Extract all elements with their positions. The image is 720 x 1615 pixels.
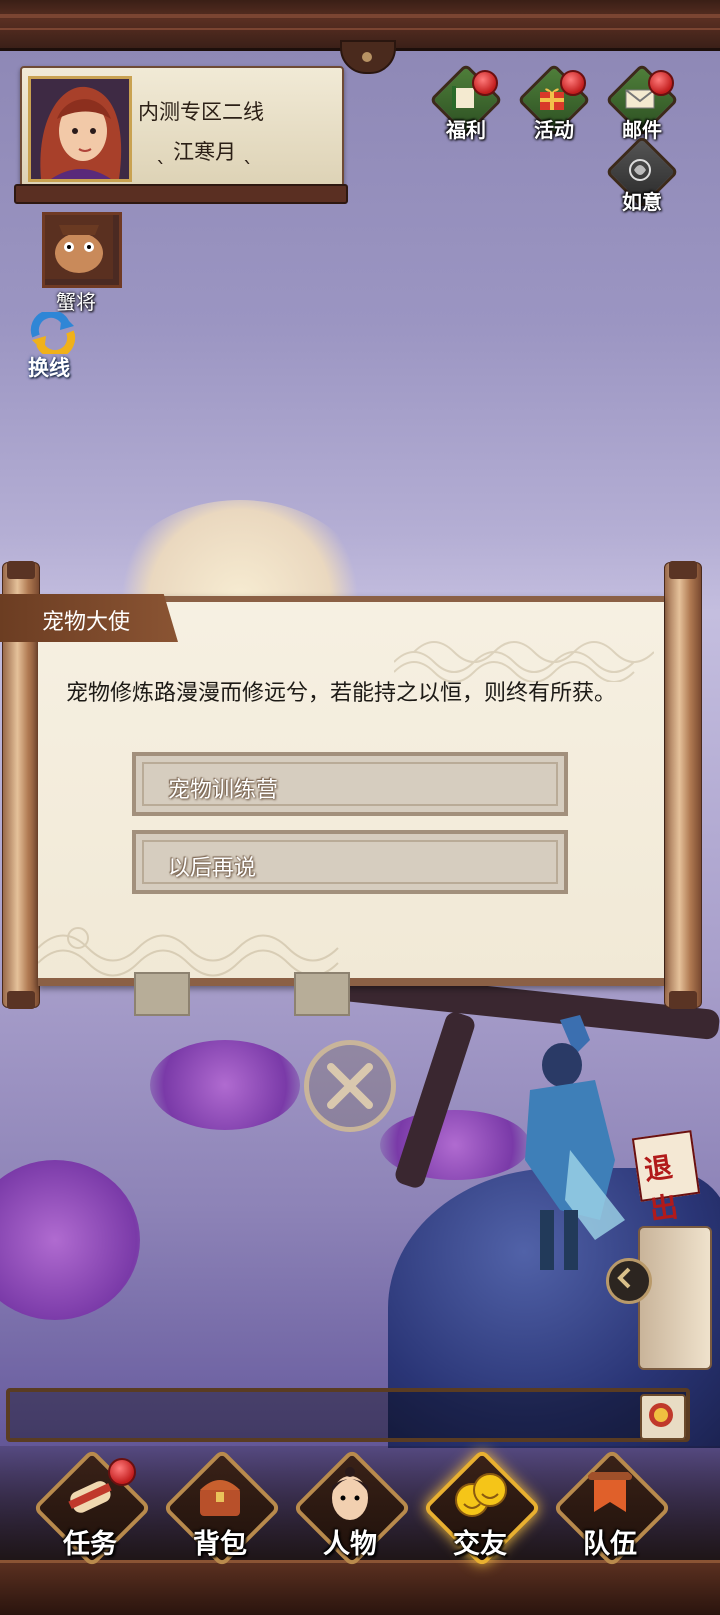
nav-label: 任务 bbox=[63, 1529, 117, 1560]
chevron-left-icon bbox=[617, 1267, 631, 1289]
swap-line-button[interactable] bbox=[26, 309, 80, 359]
nav-label: 背包 bbox=[193, 1529, 247, 1560]
nav-label: 人物 bbox=[323, 1529, 377, 1560]
chat-bar[interactable] bbox=[6, 1388, 690, 1442]
warrior-character[interactable] bbox=[500, 1010, 630, 1280]
nav-character[interactable]: 人物 bbox=[290, 1448, 412, 1572]
notification-badge bbox=[648, 70, 674, 96]
wave-pattern bbox=[394, 641, 654, 682]
welfare-button[interactable]: 福利 bbox=[429, 63, 503, 150]
tree-blossom bbox=[0, 1160, 140, 1320]
option-label: 宠物训练营 bbox=[168, 778, 279, 803]
close-dialog-button[interactable] bbox=[304, 1040, 396, 1132]
chat-emoji-button[interactable] bbox=[640, 1394, 686, 1440]
refresh-icon bbox=[30, 309, 76, 359]
exit-button[interactable]: 退出 bbox=[631, 1130, 701, 1226]
wave-pattern bbox=[38, 927, 339, 977]
notification-badge bbox=[472, 70, 498, 96]
player-card-base bbox=[14, 184, 348, 204]
nav-label: 队伍 bbox=[583, 1529, 637, 1560]
scroll-rod-right bbox=[664, 561, 702, 1009]
portrait-icon bbox=[31, 79, 129, 179]
nav-friends[interactable]: 交友 bbox=[420, 1448, 542, 1572]
player-name: ˎ 江寒月 ˎ bbox=[156, 140, 254, 164]
pet-training-camp-button[interactable]: 宠物训练营 bbox=[132, 752, 568, 816]
events-label: 活动 bbox=[534, 118, 574, 142]
nav-team[interactable]: 队伍 bbox=[550, 1448, 672, 1572]
nav-backpack[interactable]: 背包 bbox=[160, 1448, 282, 1572]
chest-icon bbox=[200, 1480, 240, 1516]
npc-name: 宠物大使 bbox=[42, 610, 131, 635]
top-ornament bbox=[340, 40, 396, 74]
swap-line-label: 换线 bbox=[28, 356, 70, 380]
dialog-hang-tab bbox=[134, 972, 190, 1016]
pet-name: 蟹将 bbox=[56, 290, 96, 314]
tree-blossom bbox=[150, 1040, 300, 1130]
player-avatar[interactable] bbox=[28, 76, 132, 182]
option-label: 以后再说 bbox=[168, 856, 257, 881]
ruyi-label: 如意 bbox=[622, 190, 662, 214]
side-panel-toggle[interactable] bbox=[606, 1258, 652, 1304]
notification-badge bbox=[108, 1458, 136, 1486]
crab-general-icon bbox=[45, 215, 113, 279]
welfare-label: 福利 bbox=[446, 118, 486, 142]
later-button[interactable]: 以后再说 bbox=[132, 830, 568, 894]
side-scroll-panel[interactable] bbox=[638, 1226, 712, 1370]
dialog-hang-tab bbox=[294, 972, 350, 1016]
server-name: 内测专区二线 bbox=[138, 100, 264, 124]
ruyi-icon bbox=[629, 159, 651, 181]
events-button[interactable]: 活动 bbox=[517, 63, 591, 150]
pet-avatar[interactable] bbox=[42, 212, 122, 288]
smiley-icon bbox=[455, 1473, 507, 1517]
character-icon bbox=[332, 1467, 368, 1520]
close-icon bbox=[327, 1063, 373, 1109]
emoji-icon bbox=[649, 1403, 673, 1427]
dialog-text: 宠物修炼路漫漫而修远兮，若能持之以恒，则终有所获。 bbox=[66, 681, 617, 706]
nav-quests[interactable]: 任务 bbox=[30, 1448, 152, 1572]
nav-label: 交友 bbox=[453, 1529, 507, 1560]
banner-icon bbox=[588, 1472, 632, 1512]
exit-label: 退出 bbox=[642, 1150, 681, 1227]
ruyi-button[interactable]: 如意 bbox=[605, 135, 679, 222]
notification-badge bbox=[560, 70, 586, 96]
